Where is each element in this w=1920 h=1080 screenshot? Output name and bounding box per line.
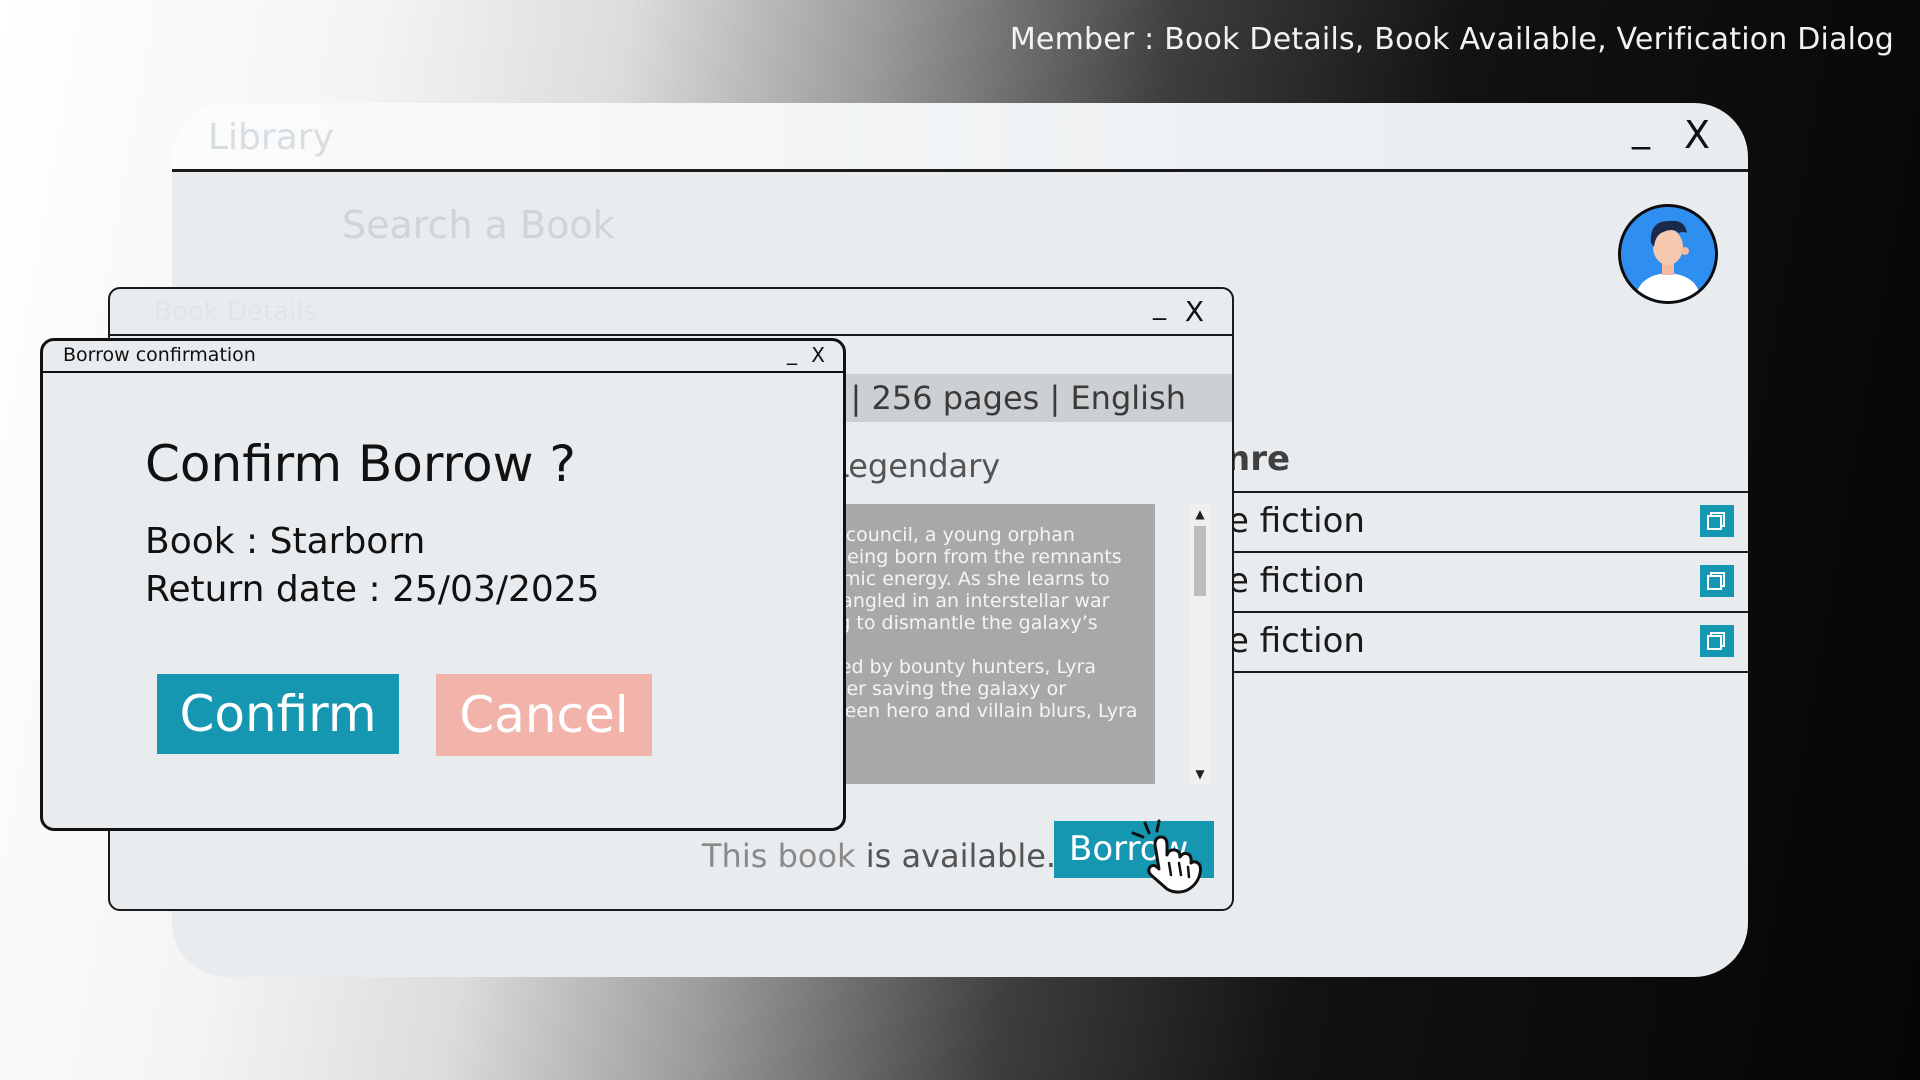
copy-icon[interactable] (1700, 565, 1734, 597)
dialog-heading: Confirm Borrow ? (145, 435, 576, 493)
description-line: rsued by bounty hunters, Lyra (810, 656, 1096, 678)
table-row[interactable]: e fiction (1228, 611, 1748, 673)
description-line: re being born from the remnants (810, 546, 1122, 568)
confirm-button[interactable]: Confirm (157, 674, 399, 754)
dialog-titlebar: Borrow confirmation _ X (43, 341, 843, 373)
library-titlebar: Library _ X (172, 103, 1748, 172)
dialog-return-date: Return date : 25/03/2025 (145, 569, 600, 610)
book-description: tial council, a young orphan re being bo… (810, 504, 1155, 784)
description-line: king to dismantle the galaxy’s (810, 612, 1098, 634)
dialog-close-button[interactable]: X (811, 343, 825, 367)
copy-icon[interactable] (1700, 505, 1734, 537)
copy-icon[interactable] (1700, 625, 1734, 657)
page-title: Member : Book Details, Book Available, V… (1009, 22, 1894, 57)
book-details-close-button[interactable]: X (1185, 295, 1204, 328)
library-close-button[interactable]: X (1684, 113, 1710, 157)
availability-prefix: This book (702, 837, 866, 875)
cancel-button[interactable]: Cancel (436, 674, 652, 756)
genre-column-header: nre (1226, 439, 1291, 479)
dialog-title: Borrow confirmation (63, 344, 256, 366)
book-details-title: Book Details (154, 297, 318, 327)
scroll-up-icon[interactable]: ▲ (1190, 504, 1210, 524)
description-line: etween hero and villain blurs, Lyra (810, 700, 1138, 722)
scroll-down-icon[interactable]: ▼ (1190, 764, 1210, 784)
book-details-titlebar: Book Details _ X (110, 289, 1232, 336)
library-title: Library (208, 117, 334, 158)
description-line: entangled in an interstellar war (810, 590, 1110, 612)
avatar[interactable] (1618, 204, 1718, 304)
table-row[interactable]: e fiction (1228, 551, 1748, 611)
book-meta: 5 | 256 pages | English (810, 374, 1232, 422)
scroll-thumb[interactable] (1194, 526, 1206, 596)
borrow-confirmation-dialog: Borrow confirmation _ X Confirm Borrow ?… (40, 338, 846, 831)
description-line: either saving the galaxy or (810, 678, 1067, 700)
user-avatar-icon (1621, 207, 1715, 301)
genre-cell: e fiction (1228, 621, 1365, 661)
description-line: cosmic energy. As she learns to (810, 568, 1110, 590)
search-input[interactable]: Search a Book (342, 203, 615, 247)
book-meta-details: | 256 pages | English (840, 379, 1186, 417)
genre-cell: e fiction (1228, 501, 1365, 541)
genre-cell: e fiction (1228, 561, 1365, 601)
dialog-minimize-button[interactable]: _ (787, 341, 797, 365)
dialog-book-name: Book : Starborn (145, 521, 426, 562)
availability-suffix: is available. (865, 837, 1057, 875)
description-scrollbar[interactable]: ▲ ▼ (1190, 504, 1210, 784)
library-minimize-button[interactable]: _ (1632, 109, 1650, 150)
hand-cursor-icon (1131, 819, 1202, 894)
description-line: tial council, a young orphan (810, 524, 1075, 546)
table-row[interactable]: e fiction (1228, 491, 1748, 551)
availability-text: This book is available. (702, 837, 1056, 875)
book-details-minimize-button[interactable]: _ (1153, 291, 1166, 321)
